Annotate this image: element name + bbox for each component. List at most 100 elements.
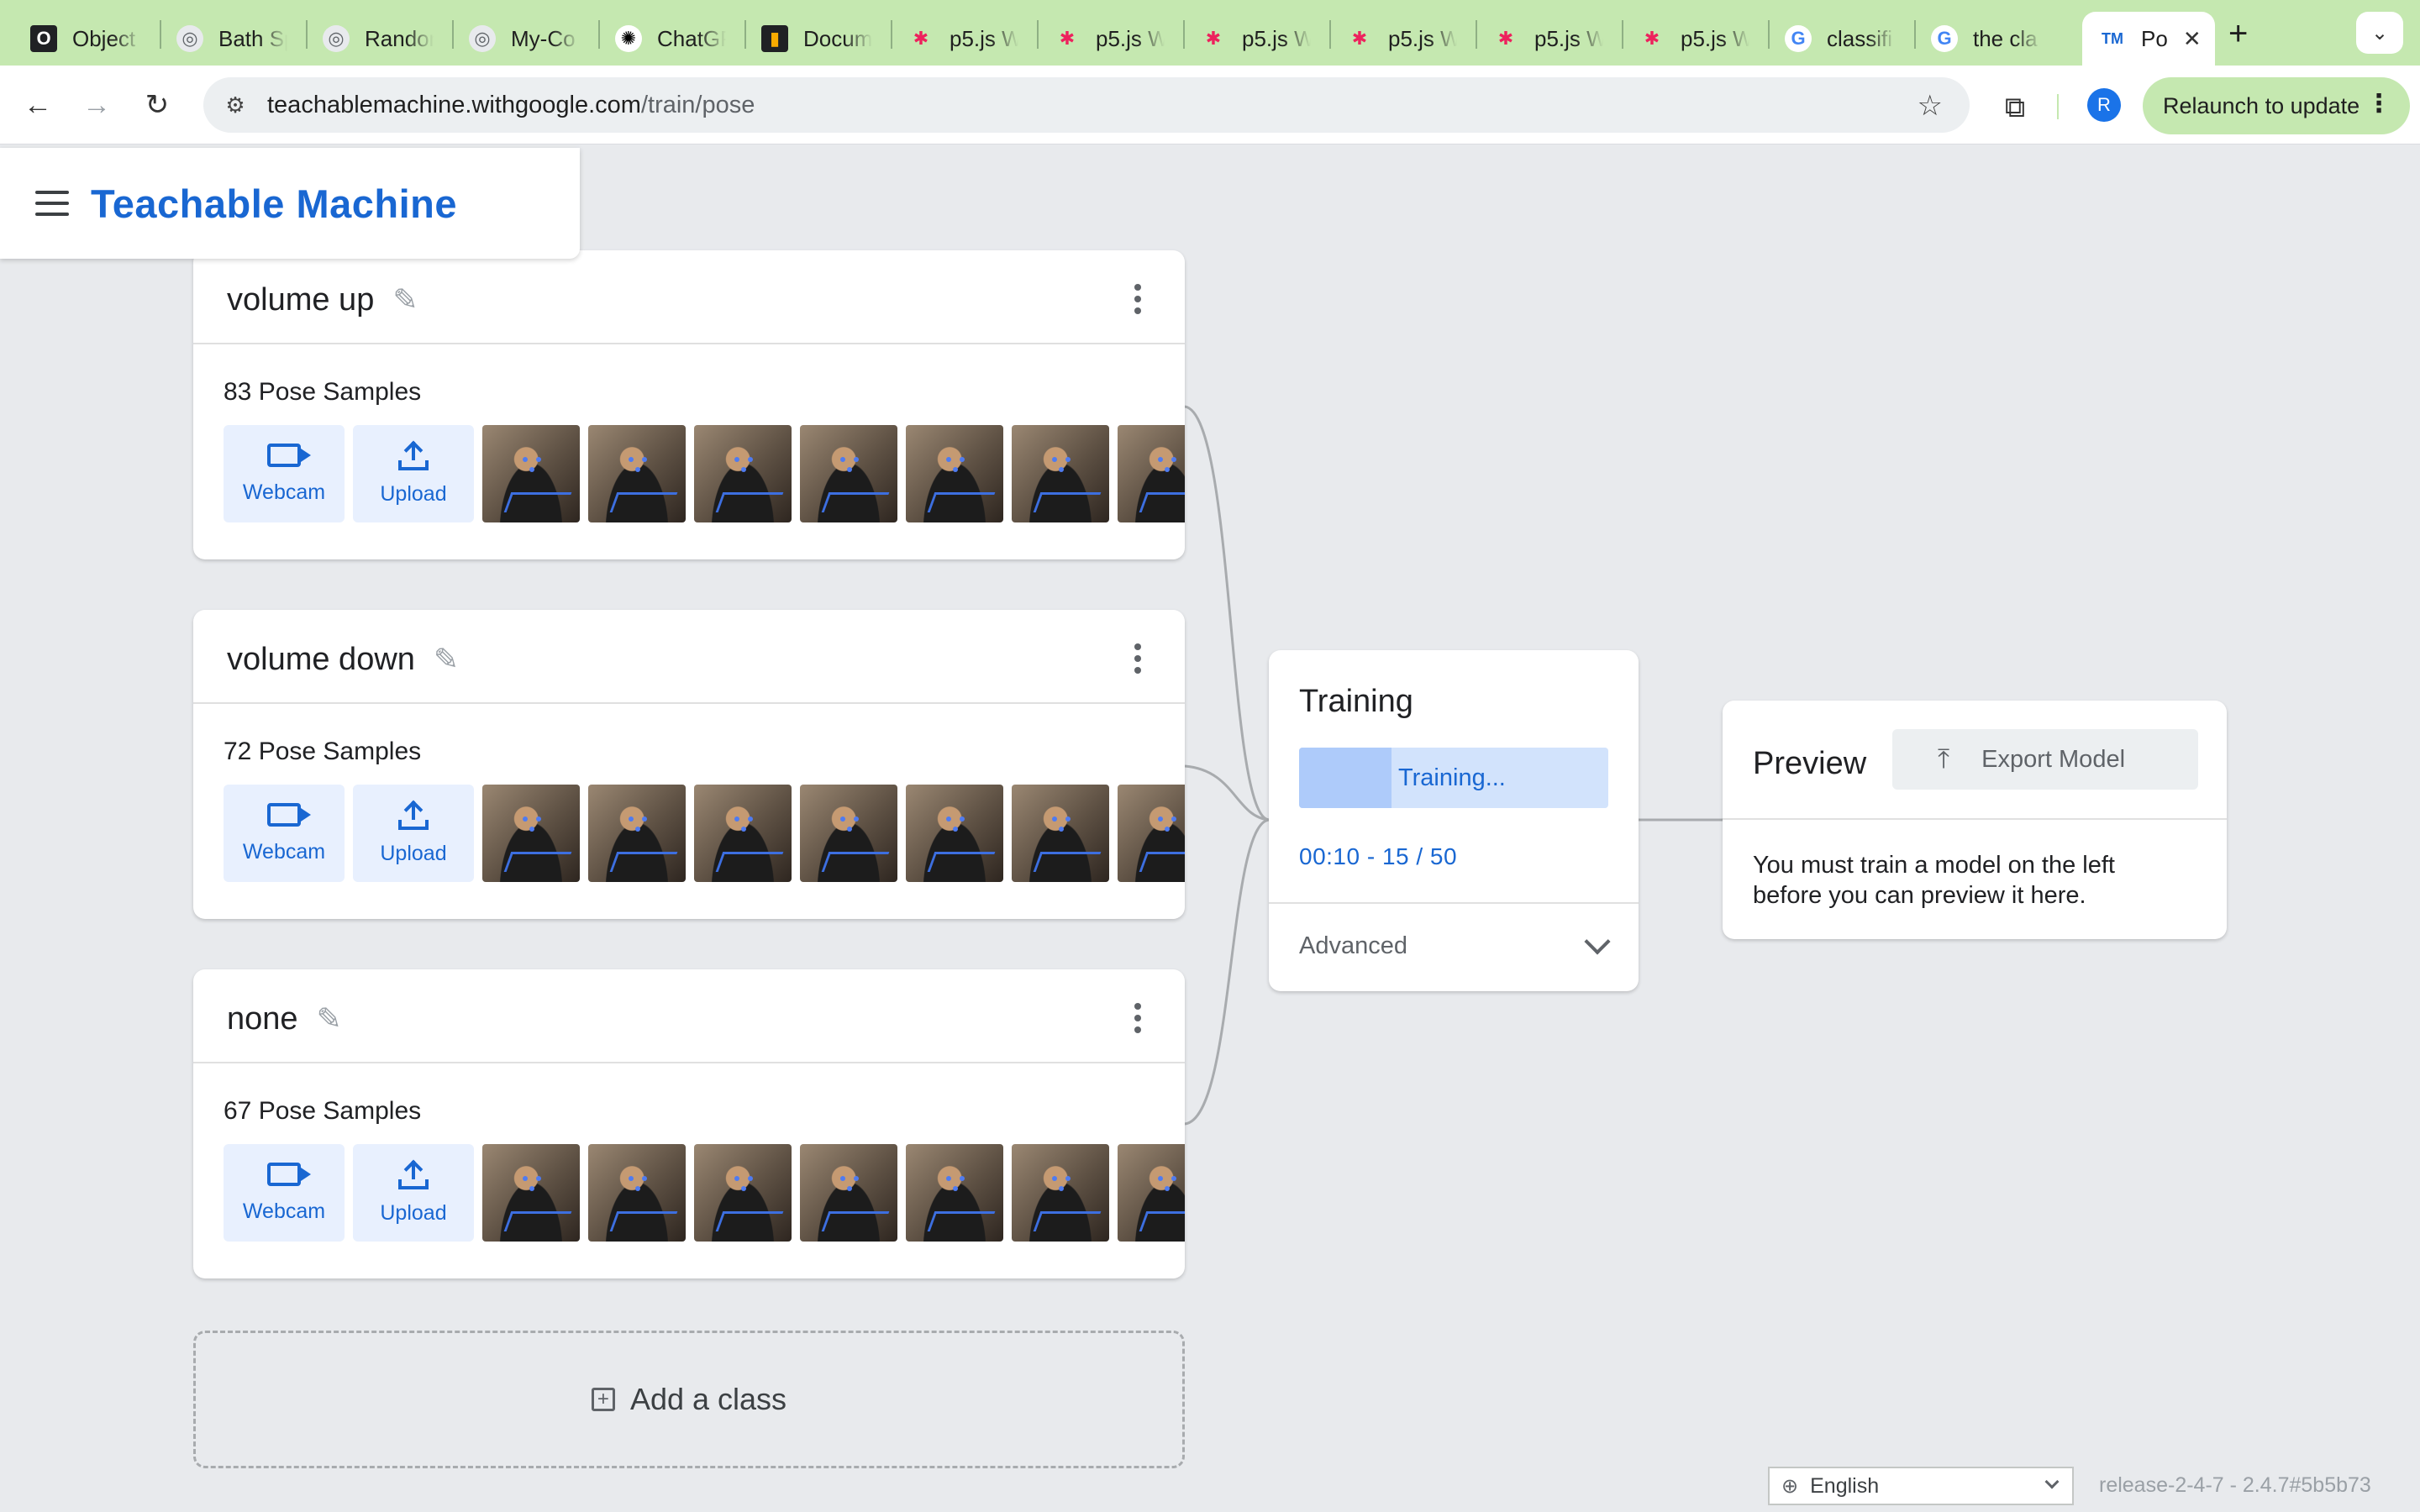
pose-sample-thumbnail[interactable] <box>482 425 580 522</box>
pose-keypoint <box>960 457 965 462</box>
address-bar[interactable]: ⚙ teachablemachine.withgoogle.com/train/… <box>203 77 1970 133</box>
tab-title: p5.js W <box>1242 25 1311 51</box>
bookmark-star-icon[interactable]: ☆ <box>1918 89 1943 123</box>
pose-sample-thumbnail[interactable] <box>1118 1144 1185 1242</box>
pose-sample-thumbnail[interactable] <box>1012 1144 1109 1242</box>
pose-sample-thumbnail[interactable] <box>694 1144 792 1242</box>
add-class-button[interactable]: + Add a class <box>193 1331 1185 1468</box>
pose-sample-thumbnail[interactable] <box>906 1144 1003 1242</box>
browser-tab[interactable]: ✺ ChatGPT <box>598 12 738 66</box>
class-name[interactable]: volume down ✎ <box>227 642 459 678</box>
tab-search-chevron-icon[interactable]: ⌄ <box>2356 12 2403 54</box>
class-header: none ✎ <box>193 969 1185 1063</box>
pose-keypoint <box>1059 827 1064 832</box>
upload-button[interactable]: Upload <box>353 425 474 522</box>
browser-tab[interactable]: Gclassifi <box>1768 12 1907 66</box>
app-title[interactable]: Teachable Machine <box>91 181 457 227</box>
class-name[interactable]: none ✎ <box>227 1001 342 1037</box>
pose-keypoint <box>629 1176 634 1181</box>
browser-tab[interactable]: ✱ p5.js W <box>1329 12 1469 66</box>
upload-button[interactable]: Upload <box>353 785 474 882</box>
pose-sample-thumbnail[interactable] <box>482 1144 580 1242</box>
pencil-edit-icon[interactable]: ✎ <box>392 282 418 318</box>
browser-tab[interactable]: ✱ p5.js W <box>1476 12 1615 66</box>
profile-avatar[interactable]: R <box>2087 88 2121 122</box>
pose-sample-thumbnail[interactable] <box>588 785 686 882</box>
tab-title: the cla <box>1973 25 2038 51</box>
train-model-button[interactable]: Training... <box>1299 748 1608 808</box>
webcam-button[interactable]: Webcam <box>224 425 345 522</box>
pose-sample-thumbnail[interactable] <box>800 785 897 882</box>
pose-keypoint <box>1165 467 1170 472</box>
class-options-kebab-icon[interactable] <box>1134 643 1143 674</box>
pose-keypoint <box>1171 457 1176 462</box>
add-class-label: Add a class <box>629 1382 787 1416</box>
pose-sample-thumbnail[interactable] <box>1118 425 1185 522</box>
pose-sample-thumbnail[interactable] <box>800 1144 897 1242</box>
forward-arrow-icon[interactable]: → <box>76 84 118 126</box>
extensions-puzzle-icon[interactable]: ⧉ <box>1998 91 2032 124</box>
upload-icon <box>398 1159 429 1189</box>
browser-menu-icon[interactable]: ⋮ <box>2366 89 2391 118</box>
browser-tab[interactable]: Gthe cla <box>1914 12 2054 66</box>
sample-count: 67 Pose Samples <box>224 1097 422 1125</box>
pencil-edit-icon[interactable]: ✎ <box>317 1001 342 1037</box>
pose-sample-thumbnail[interactable] <box>906 785 1003 882</box>
pose-keypoint <box>529 467 534 472</box>
browser-tab[interactable]: O Object <box>13 12 153 66</box>
pose-sample-thumbnail[interactable] <box>588 1144 686 1242</box>
pose-sample-thumbnail[interactable] <box>1118 785 1185 882</box>
back-arrow-icon[interactable]: ← <box>17 84 59 126</box>
pose-sample-thumbnail[interactable] <box>694 785 792 882</box>
hamburger-menu-icon[interactable] <box>35 191 69 216</box>
browser-tab[interactable]: ✱ p5.js W <box>1622 12 1761 66</box>
pose-keypoint <box>635 1186 640 1191</box>
advanced-toggle[interactable]: Advanced <box>1269 902 1639 991</box>
new-tab-button[interactable]: + <box>2228 15 2248 53</box>
pose-sample-thumbnail[interactable] <box>588 425 686 522</box>
tab-favicon-icon: ✱ <box>913 28 929 49</box>
browser-tab[interactable]: ✱ p5.js W <box>1183 12 1323 66</box>
close-tab-icon[interactable]: ✕ <box>2183 26 2202 52</box>
class-options-kebab-icon[interactable] <box>1134 284 1143 314</box>
pose-sample-thumbnail[interactable] <box>482 785 580 882</box>
relaunch-label: Relaunch to update <box>2163 92 2360 118</box>
language-select[interactable]: ⊕ English <box>1768 1467 2074 1505</box>
pose-skeleton-overlay <box>503 852 572 872</box>
export-model-button[interactable]: ⤒ Export Model <box>1892 729 2198 790</box>
url-text[interactable]: teachablemachine.withgoogle.com/train/po… <box>267 92 755 119</box>
browser-tab[interactable]: ▮ Docum <box>744 12 884 66</box>
browser-tab[interactable]: ✱ p5.js W <box>891 12 1030 66</box>
webcam-button[interactable]: Webcam <box>224 785 345 882</box>
app-header: Teachable Machine <box>0 148 580 259</box>
pose-keypoint <box>741 827 746 832</box>
browser-tab[interactable]: ✱ p5.js W <box>1037 12 1176 66</box>
class-options-kebab-icon[interactable] <box>1134 1003 1143 1033</box>
tab-favicon-icon: ◎ <box>469 25 496 52</box>
reload-icon[interactable]: ↻ <box>136 84 178 126</box>
pose-keypoint <box>523 1176 528 1181</box>
tab-active[interactable]: TM Po ✕ <box>2082 12 2215 66</box>
pencil-edit-icon[interactable]: ✎ <box>434 642 459 677</box>
webcam-button[interactable]: Webcam <box>224 1144 345 1242</box>
upload-button[interactable]: Upload <box>353 1144 474 1242</box>
pose-sample-thumbnail[interactable] <box>1012 425 1109 522</box>
browser-tab[interactable]: ◎ Bath Sp <box>160 12 299 66</box>
pose-keypoint <box>536 816 541 822</box>
pose-sample-thumbnail[interactable] <box>694 425 792 522</box>
class-name[interactable]: volume up ✎ <box>227 282 418 318</box>
browser-tab[interactable]: ◎ My-Co <box>452 12 592 66</box>
samples-row: Webcam Upload <box>224 785 1185 882</box>
browser-tab[interactable]: ◎ Random <box>306 12 445 66</box>
site-settings-icon[interactable]: ⚙ <box>218 88 252 122</box>
pose-sample-thumbnail[interactable] <box>1012 785 1109 882</box>
pose-sample-thumbnail[interactable] <box>800 425 897 522</box>
pose-sample-thumbnail[interactable] <box>906 425 1003 522</box>
pose-keypoint <box>748 1176 753 1181</box>
pose-keypoint <box>847 827 852 832</box>
pose-keypoint <box>536 1176 541 1181</box>
tab-favicon-icon: ✱ <box>1497 28 1514 49</box>
webcam-label: Webcam <box>242 1199 326 1223</box>
pose-keypoint <box>642 457 647 462</box>
relaunch-button[interactable]: Relaunch to update ⋮ <box>2143 77 2410 134</box>
